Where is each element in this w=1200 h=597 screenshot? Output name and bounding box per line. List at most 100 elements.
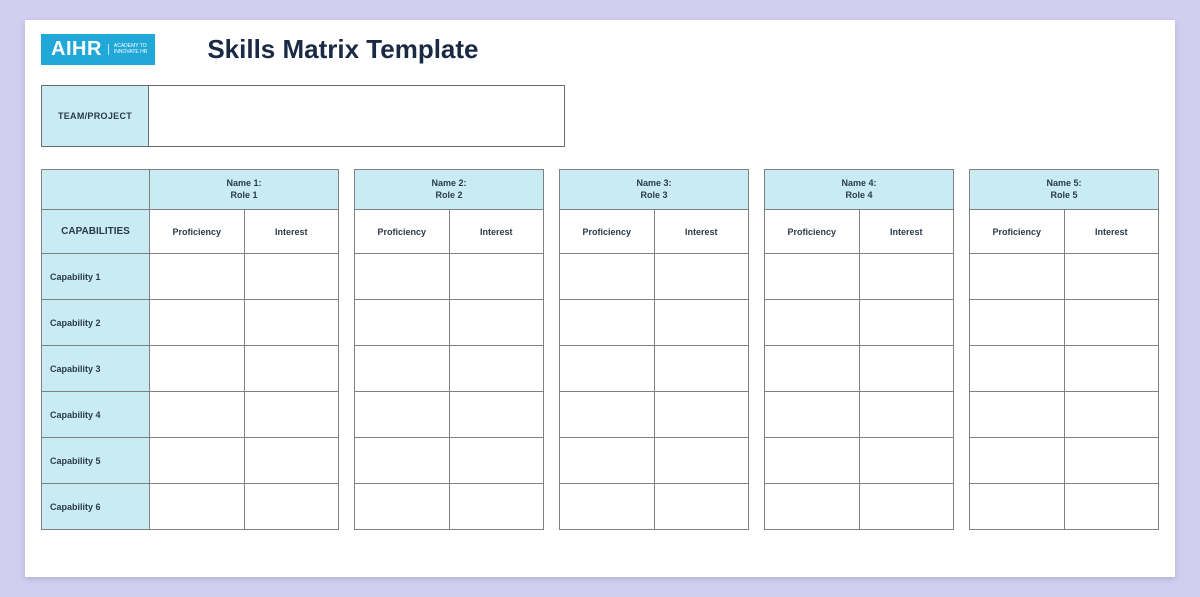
capability-label: Capability 3 — [42, 346, 150, 392]
matrix-cell[interactable] — [449, 254, 544, 300]
table-row: Capability 5 — [42, 438, 1159, 484]
matrix-cell[interactable] — [859, 346, 954, 392]
page-title: Skills Matrix Template — [207, 34, 478, 65]
col-proficiency: Proficiency — [970, 210, 1065, 254]
member-header-2: Name 2: Role 2 — [355, 170, 544, 210]
table-row: Capability 2 — [42, 300, 1159, 346]
matrix-cell[interactable] — [654, 484, 749, 530]
col-interest: Interest — [859, 210, 954, 254]
matrix-cell[interactable] — [244, 346, 339, 392]
matrix-cell[interactable] — [654, 392, 749, 438]
matrix-cell[interactable] — [765, 438, 860, 484]
matrix-cell[interactable] — [150, 346, 245, 392]
matrix-cell[interactable] — [970, 346, 1065, 392]
skills-matrix-table: Name 1: Role 1 Name 2: Role 2 Name 3: Ro… — [41, 169, 1159, 530]
matrix-cell[interactable] — [970, 392, 1065, 438]
matrix-cell[interactable] — [355, 300, 450, 346]
matrix-cell[interactable] — [150, 484, 245, 530]
header-row-sub: CAPABILITIES Proficiency Interest Profic… — [42, 210, 1159, 254]
matrix-cell[interactable] — [355, 484, 450, 530]
header-row-names: Name 1: Role 1 Name 2: Role 2 Name 3: Ro… — [42, 170, 1159, 210]
member-header-4: Name 4: Role 4 — [765, 170, 954, 210]
matrix-cell[interactable] — [355, 346, 450, 392]
matrix-cell[interactable] — [1064, 484, 1159, 530]
matrix-cell[interactable] — [859, 438, 954, 484]
matrix-cell[interactable] — [150, 254, 245, 300]
col-interest: Interest — [654, 210, 749, 254]
col-interest: Interest — [244, 210, 339, 254]
header: AIHR ACADEMY TO INNOVATE HR Skills Matri… — [41, 34, 1159, 65]
logo-subtitle: ACADEMY TO INNOVATE HR — [108, 44, 147, 55]
matrix-cell[interactable] — [560, 392, 655, 438]
matrix-cell[interactable] — [1064, 300, 1159, 346]
matrix-cell[interactable] — [355, 254, 450, 300]
team-project-row: TEAM/PROJECT — [41, 85, 1159, 147]
capability-label: Capability 2 — [42, 300, 150, 346]
col-proficiency: Proficiency — [150, 210, 245, 254]
matrix-cell[interactable] — [449, 484, 544, 530]
matrix-cell[interactable] — [1064, 438, 1159, 484]
matrix-cell[interactable] — [449, 300, 544, 346]
matrix-cell[interactable] — [355, 438, 450, 484]
header-blank-top — [42, 170, 150, 210]
matrix-cell[interactable] — [560, 254, 655, 300]
matrix-cell[interactable] — [560, 346, 655, 392]
matrix-cell[interactable] — [244, 392, 339, 438]
matrix-cell[interactable] — [449, 392, 544, 438]
matrix-cell[interactable] — [244, 254, 339, 300]
matrix-cell[interactable] — [970, 300, 1065, 346]
matrix-cell[interactable] — [970, 254, 1065, 300]
matrix-cell[interactable] — [654, 346, 749, 392]
matrix-cell[interactable] — [1064, 346, 1159, 392]
col-proficiency: Proficiency — [355, 210, 450, 254]
matrix-cell[interactable] — [560, 484, 655, 530]
capability-label: Capability 6 — [42, 484, 150, 530]
matrix-cell[interactable] — [244, 484, 339, 530]
matrix-cell[interactable] — [1064, 392, 1159, 438]
matrix-cell[interactable] — [1064, 254, 1159, 300]
matrix-cell[interactable] — [560, 438, 655, 484]
team-project-label: TEAM/PROJECT — [41, 85, 149, 147]
member-header-3: Name 3: Role 3 — [560, 170, 749, 210]
matrix-cell[interactable] — [560, 300, 655, 346]
capability-label: Capability 5 — [42, 438, 150, 484]
matrix-cell[interactable] — [654, 254, 749, 300]
table-row: Capability 4 — [42, 392, 1159, 438]
matrix-cell[interactable] — [765, 484, 860, 530]
matrix-cell[interactable] — [150, 438, 245, 484]
col-interest: Interest — [449, 210, 544, 254]
matrix-cell[interactable] — [970, 484, 1065, 530]
matrix-cell[interactable] — [150, 392, 245, 438]
col-proficiency: Proficiency — [560, 210, 655, 254]
member-header-1: Name 1: Role 1 — [150, 170, 339, 210]
capability-label: Capability 1 — [42, 254, 150, 300]
table-row: Capability 3 — [42, 346, 1159, 392]
matrix-cell[interactable] — [859, 484, 954, 530]
matrix-cell[interactable] — [859, 300, 954, 346]
matrix-cell[interactable] — [150, 300, 245, 346]
col-proficiency: Proficiency — [765, 210, 860, 254]
matrix-cell[interactable] — [355, 392, 450, 438]
capability-label: Capability 4 — [42, 392, 150, 438]
matrix-cell[interactable] — [765, 300, 860, 346]
matrix-cell[interactable] — [970, 438, 1065, 484]
matrix-cell[interactable] — [449, 438, 544, 484]
capabilities-heading: CAPABILITIES — [42, 210, 150, 254]
matrix-cell[interactable] — [244, 438, 339, 484]
matrix-cell[interactable] — [654, 438, 749, 484]
matrix-cell[interactable] — [244, 300, 339, 346]
matrix-cell[interactable] — [449, 346, 544, 392]
brand-logo: AIHR ACADEMY TO INNOVATE HR — [41, 34, 155, 65]
matrix-cell[interactable] — [765, 254, 860, 300]
table-row: Capability 6 — [42, 484, 1159, 530]
table-row: Capability 1 — [42, 254, 1159, 300]
member-header-5: Name 5: Role 5 — [970, 170, 1159, 210]
matrix-cell[interactable] — [654, 300, 749, 346]
matrix-cell[interactable] — [765, 392, 860, 438]
team-project-input[interactable] — [149, 85, 565, 147]
matrix-cell[interactable] — [765, 346, 860, 392]
matrix-cell[interactable] — [859, 392, 954, 438]
col-interest: Interest — [1064, 210, 1159, 254]
matrix-cell[interactable] — [859, 254, 954, 300]
document-sheet: AIHR ACADEMY TO INNOVATE HR Skills Matri… — [25, 20, 1175, 577]
